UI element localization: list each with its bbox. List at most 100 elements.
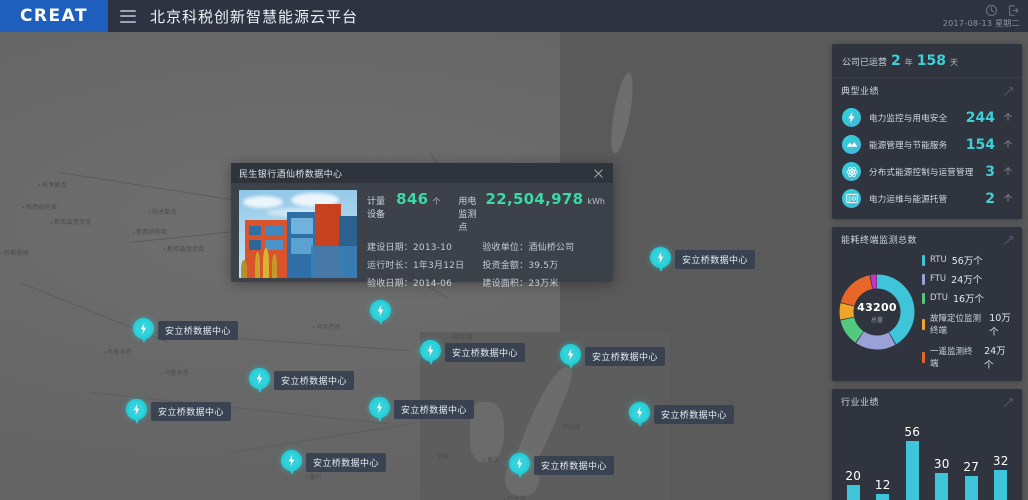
map-marker-label[interactable]: 安立桥数据中心 <box>585 347 665 366</box>
performance-item-unit: 个 <box>1004 166 1012 177</box>
legend-value: 24万个 <box>984 343 1014 371</box>
bar-column[interactable]: 12 <box>872 417 895 500</box>
bar-value-label: 12 <box>875 478 891 492</box>
map-city-label: 新西伯利亚 <box>132 227 167 236</box>
location-pin-icon[interactable] <box>281 450 302 478</box>
bar-column[interactable]: 30 <box>931 417 954 500</box>
performance-row[interactable]: 电力监控与用电安全244个 <box>832 104 1022 131</box>
location-pin-icon[interactable] <box>420 340 441 368</box>
map-marker-label[interactable]: 安立桥数据中心 <box>654 405 734 424</box>
location-pin-icon[interactable] <box>650 247 671 275</box>
detail-accept-date: 验收日期：2014-06 <box>367 276 464 289</box>
map-marker-label[interactable]: 安立桥数据中心 <box>151 402 231 421</box>
map-marker[interactable]: 安立桥数据中心 <box>509 453 614 481</box>
map-marker-label[interactable]: 安立桥数据中心 <box>394 400 474 419</box>
uptime-years: 2 <box>891 53 901 69</box>
donut-total-label: 总量 <box>871 315 883 324</box>
location-pin-icon[interactable] <box>629 402 650 430</box>
legend-row[interactable]: 一遥监测终端24万个 <box>922 343 1014 371</box>
expand-icon[interactable] <box>1004 86 1013 95</box>
map-marker[interactable]: 安立桥数据中心 <box>629 402 734 430</box>
expand-icon[interactable] <box>1004 397 1013 406</box>
uptime-days: 158 <box>917 53 946 69</box>
legend-row[interactable]: DTU16万个 <box>922 291 1014 305</box>
legend-color-swatch <box>922 274 925 285</box>
map-city-label: 新西伯利亚 <box>22 202 57 211</box>
location-pin-icon[interactable] <box>249 368 270 396</box>
industry-bar-chart: 201256302732 高校医院建筑政府平台移动园区 <box>832 413 1022 500</box>
close-icon[interactable] <box>592 167 605 180</box>
page-title: 北京科税创新智慧能源云平台 <box>150 6 358 27</box>
location-pin-icon[interactable] <box>133 318 154 346</box>
brand-text: CREAT <box>20 6 88 26</box>
map-marker-label[interactable]: 安立桥数据中心 <box>534 456 614 475</box>
map-city-label: 阿斯塔纳 <box>0 248 29 257</box>
map-city-label: 乌鲁木齐 <box>160 368 189 377</box>
expand-icon[interactable] <box>1004 235 1013 244</box>
detail-area: 建设面积：23万米 <box>482 276 574 289</box>
bar-column[interactable]: 32 <box>990 417 1013 500</box>
donut-chart[interactable]: 43200 总量 <box>838 273 916 351</box>
uptime-label: 公司已运营 <box>842 55 887 68</box>
map-marker-label[interactable]: 安立桥数据中心 <box>158 321 238 340</box>
performance-row[interactable]: 电力运维与能源托管2个 <box>832 185 1022 212</box>
map-marker-label[interactable]: 安立桥数据中心 <box>274 371 354 390</box>
bar-value-label: 32 <box>993 454 1009 468</box>
map-marker[interactable]: 安立桥数据中心 <box>420 340 525 368</box>
stat-value: 846 <box>396 190 428 208</box>
wave-mountain-icon <box>842 135 861 154</box>
map-marker[interactable]: 安立桥数据中心 <box>249 368 354 396</box>
legend-row[interactable]: RTU56万个 <box>922 253 1014 267</box>
panel-typical-performance: 公司已运营 2 年 158 天 典型业绩 电力监控与用电安全244个能源管理与节… <box>832 44 1022 219</box>
map-marker-label[interactable]: 安立桥数据中心 <box>306 453 386 472</box>
map-marker[interactable]: 安立桥数据中心 <box>650 247 755 275</box>
bar-value-label: 56 <box>904 425 920 439</box>
header-datetime: 2017-08-13 星期二 <box>943 18 1020 29</box>
bar-column[interactable]: 20 <box>842 417 865 500</box>
performance-row[interactable]: 分布式能源控制与运营管理3个 <box>832 158 1022 185</box>
bar-column[interactable]: 27 <box>960 417 983 500</box>
map-city-label: 新库兹涅茨克 <box>50 217 91 226</box>
bar-rect <box>906 441 919 500</box>
location-pin-icon[interactable] <box>126 399 147 427</box>
map-marker-label[interactable]: 安立桥数据中心 <box>675 250 755 269</box>
info-card-details: 计量设备 846 个 用电监测点 22,504,978 kWh 建设日期：201… <box>357 190 605 289</box>
dashboard-root: CREAT 北京科税创新智慧能源云平台 <box>0 0 1028 500</box>
legend-value: 56万个 <box>952 253 983 267</box>
bar-rect <box>847 485 860 500</box>
map-marker-label[interactable]: 安立桥数据中心 <box>445 343 525 362</box>
location-pin-icon[interactable] <box>369 397 390 425</box>
map-city-label: 符拉迪 <box>558 422 581 431</box>
map-marker[interactable]: 安立桥数据中心 <box>281 450 386 478</box>
donut-center-label: 43200 总量 <box>838 273 916 351</box>
legend-row[interactable]: 故障定位监测终端10万个 <box>922 310 1014 338</box>
header-icon-group <box>985 4 1020 17</box>
terminal-panel-header: 能耗终端监测总数 <box>832 227 1022 251</box>
map-marker[interactable]: 安立桥数据中心 <box>133 318 238 346</box>
map-marker[interactable]: 安立桥数据中心 <box>369 397 474 425</box>
performance-item-label: 电力监控与用电安全 <box>869 112 958 124</box>
legend-row[interactable]: FTU24万个 <box>922 272 1014 286</box>
performance-row[interactable]: 能源管理与节能服务154个 <box>832 131 1022 158</box>
header-tools: 2017-08-13 星期二 <box>943 0 1022 32</box>
logout-icon[interactable] <box>1007 4 1020 17</box>
location-pin-icon[interactable] <box>560 344 581 372</box>
location-pin-icon[interactable] <box>370 300 391 328</box>
uptime-days-unit: 天 <box>950 57 958 68</box>
refresh-icon[interactable] <box>985 4 998 17</box>
stat-unit: kWh <box>587 197 605 206</box>
map-marker[interactable]: 安立桥数据中心 <box>560 344 665 372</box>
industry-panel-title: 行业业绩 <box>841 395 879 408</box>
map-marker[interactable]: 安立桥数据中心 <box>126 399 231 427</box>
list-menu-icon[interactable] <box>120 10 136 23</box>
stat-label: 计量设备 <box>367 194 392 220</box>
map-marker[interactable] <box>370 300 391 328</box>
performance-item-value: 3 <box>985 164 995 180</box>
brand-logo[interactable]: CREAT <box>0 0 108 32</box>
location-pin-icon[interactable] <box>509 453 530 481</box>
company-uptime: 公司已运营 2 年 158 天 <box>832 44 1022 78</box>
bar-column[interactable]: 56 <box>901 417 924 500</box>
stat-metering-devices: 计量设备 846 个 <box>367 190 440 220</box>
legend-label: DTU <box>930 293 948 303</box>
app-header: CREAT 北京科税创新智慧能源云平台 <box>0 0 1028 32</box>
